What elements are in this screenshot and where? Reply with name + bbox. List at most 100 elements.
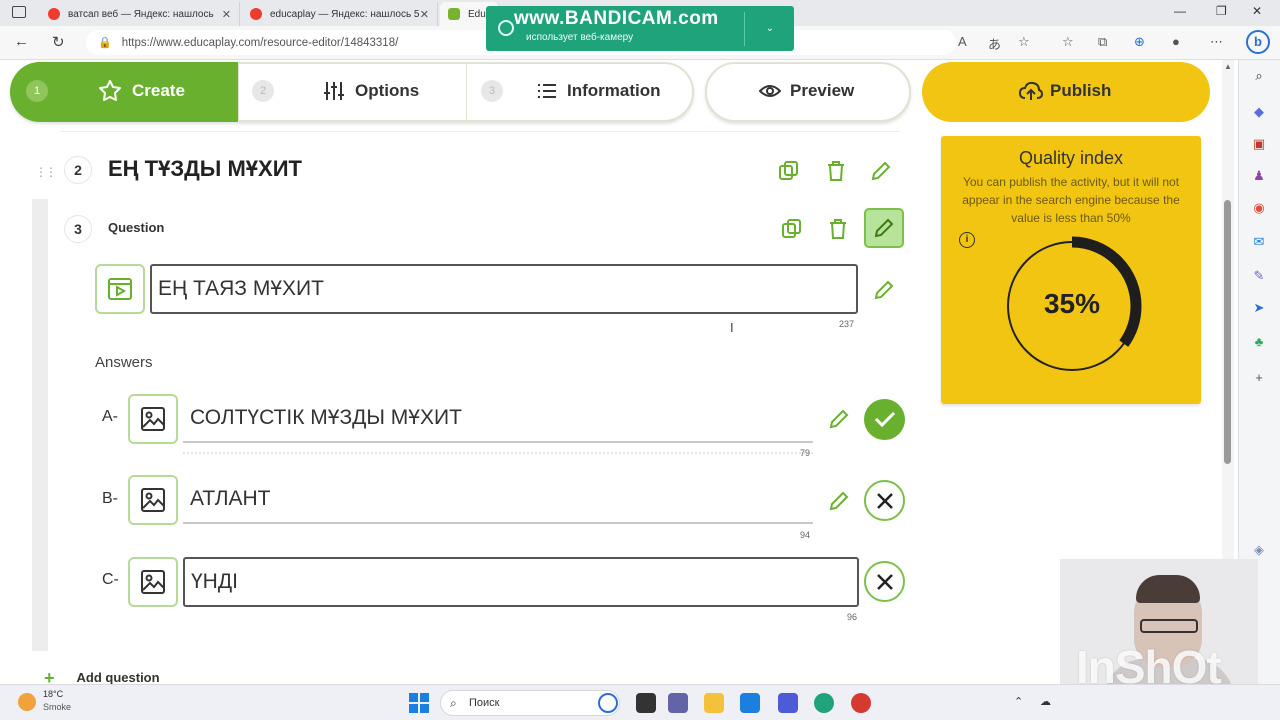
office-icon[interactable]: ◉ [1251, 200, 1267, 216]
quality-description: You can publish the activity, but it wil… [962, 175, 1180, 225]
lock-icon: 🔒 [98, 37, 112, 49]
presenter-hair [1136, 575, 1200, 603]
question-number-3: 3 [64, 215, 92, 243]
step-number-1: 1 [26, 80, 48, 102]
taskbar-search[interactable]: ⌕ Поиск [440, 690, 620, 716]
question-2-title[interactable]: ЕҢ ТҰЗДЫ МҰХИТ [108, 156, 302, 182]
weather-icon[interactable] [18, 693, 36, 711]
yandex-favicon-icon [48, 8, 60, 20]
favorite-star-icon[interactable]: ☆ [1018, 34, 1030, 50]
answer-c-input[interactable]: ҮНДІ [183, 557, 859, 607]
step-options-label: Options [355, 81, 420, 100]
downloads-icon[interactable]: ⊕ [1134, 34, 1145, 50]
translate-icon[interactable]: あ [988, 34, 1001, 53]
quality-index-panel: Quality index You can publish the activi… [941, 136, 1201, 404]
scroll-up-icon[interactable]: ▲ [1224, 62, 1232, 71]
collections-icon[interactable]: ⧉ [1098, 34, 1107, 50]
designer-icon[interactable]: ✎ [1251, 268, 1267, 284]
taskbar-search-placeholder: Поиск [469, 697, 500, 709]
edge-browser-icon[interactable] [814, 693, 834, 713]
more-menu-icon[interactable]: ⋯ [1210, 34, 1223, 50]
info-icon[interactable]: i [959, 232, 975, 248]
send-icon[interactable]: ➤ [1251, 300, 1267, 316]
previous-question-edge [60, 122, 900, 132]
bandicam-notice: использует веб-камеру [526, 32, 634, 43]
edit-pencil-icon[interactable] [828, 408, 850, 430]
answer-a-input[interactable]: СОЛТҮСТІК МҰЗДЫ МҰХИТ [183, 393, 813, 443]
bing-copilot-icon[interactable]: b [1246, 30, 1270, 54]
chevron-up-icon[interactable]: ⌃ [1014, 695, 1023, 708]
step-number-2: 2 [252, 80, 274, 102]
task-view-icon[interactable] [636, 693, 656, 713]
close-tab-icon[interactable]: ✕ [222, 8, 231, 21]
edit-pencil-icon[interactable] [873, 279, 895, 301]
refresh-icon[interactable]: ↻ [52, 33, 65, 51]
tools-icon[interactable]: ▣ [1251, 136, 1267, 152]
windows-start-icon[interactable] [409, 693, 429, 713]
text-cursor-icon: I [730, 320, 734, 335]
favorites-icon[interactable]: ☆ [1062, 34, 1074, 50]
close-icon [877, 574, 893, 590]
profile-icon[interactable]: ● [1172, 34, 1180, 49]
preview-label: Preview [790, 81, 855, 100]
answer-a-letter: A- [102, 408, 118, 425]
chevron-down-icon[interactable]: ⌄ [766, 23, 774, 34]
trash-icon[interactable] [825, 160, 847, 182]
network-icon[interactable]: ☁ [1040, 695, 1051, 708]
video-icon [108, 278, 132, 300]
edit-pencil-icon[interactable] [828, 490, 850, 512]
bandicam-app-icon[interactable] [851, 693, 871, 713]
scrollbar-thumb[interactable] [1224, 200, 1231, 464]
close-tab-icon[interactable]: ✕ [420, 8, 429, 21]
store-icon[interactable] [740, 693, 760, 713]
browser-tab-whatsapp-search[interactable]: ватсап веб — Яндекс: нашлось ✕ [40, 2, 240, 26]
read-aloud-icon[interactable]: A [958, 34, 967, 49]
url-text: https://www.educaplay.com/resource-edito… [121, 36, 399, 49]
search-icon[interactable]: ⌕ [1251, 68, 1267, 84]
question-text-input[interactable]: ЕҢ ТАЯЗ МҰХИТ [150, 264, 858, 314]
question-char-counter: 237 [839, 319, 855, 329]
file-explorer-icon[interactable] [704, 693, 724, 713]
bandicam-overlay: www.BANDICAM.com использует веб-камеру ⌄ [486, 6, 794, 51]
close-icon [877, 493, 893, 509]
duplicate-icon[interactable] [778, 160, 800, 182]
tab-title: educaplay — Яндекс: нашлось 5 [270, 8, 420, 20]
drag-handle-icon[interactable]: ⋮⋮ [35, 165, 57, 179]
sidebar-settings-icon[interactable]: ◈ [1251, 542, 1267, 558]
close-window-icon[interactable]: ✕ [1252, 4, 1262, 18]
quality-value: 35% [1043, 288, 1101, 319]
edit-pencil-icon[interactable] [870, 160, 892, 182]
add-icon[interactable]: + [1251, 370, 1267, 386]
whiteboard-icon[interactable] [778, 693, 798, 713]
minimize-icon[interactable]: — [1174, 4, 1186, 18]
answer-c-char-counter: 96 [847, 612, 858, 622]
duplicate-icon[interactable] [781, 218, 803, 240]
maximize-icon[interactable]: ❐ [1216, 4, 1227, 18]
outlook-icon[interactable]: ✉ [1251, 234, 1267, 250]
teams-icon[interactable] [668, 693, 688, 713]
tab-actions-icon[interactable] [12, 6, 26, 18]
browser-tab-educaplay-search[interactable]: educaplay — Яндекс: нашлось 5 ✕ [242, 2, 438, 26]
bing-app-icon[interactable] [598, 693, 618, 713]
answer-b-char-counter: 94 [800, 530, 811, 540]
games-icon[interactable]: ♟ [1251, 168, 1267, 184]
answer-a-char-counter: 79 [800, 448, 811, 458]
step-create-label: Create [132, 81, 185, 100]
divider [183, 452, 813, 460]
shopping-icon[interactable]: ◆ [1251, 104, 1267, 120]
tree-icon[interactable]: ♣ [1251, 334, 1267, 350]
trash-icon[interactable] [827, 218, 849, 240]
presenter-glasses [1140, 619, 1198, 633]
answer-c-letter: C- [102, 571, 119, 588]
weather-description: Smoke [43, 702, 72, 712]
question-3-label: Question [108, 220, 165, 235]
eye-icon [759, 85, 781, 97]
back-icon[interactable]: ← [14, 33, 29, 50]
edit-pencil-icon [874, 218, 894, 238]
webcam-icon [498, 20, 514, 36]
list-icon [538, 84, 556, 98]
puzzle-icon [99, 80, 121, 101]
tab-title: ватсап веб — Яндекс: нашлось [68, 8, 214, 20]
answer-b-input[interactable]: АТЛАНТ [183, 474, 813, 524]
image-icon [141, 570, 165, 594]
